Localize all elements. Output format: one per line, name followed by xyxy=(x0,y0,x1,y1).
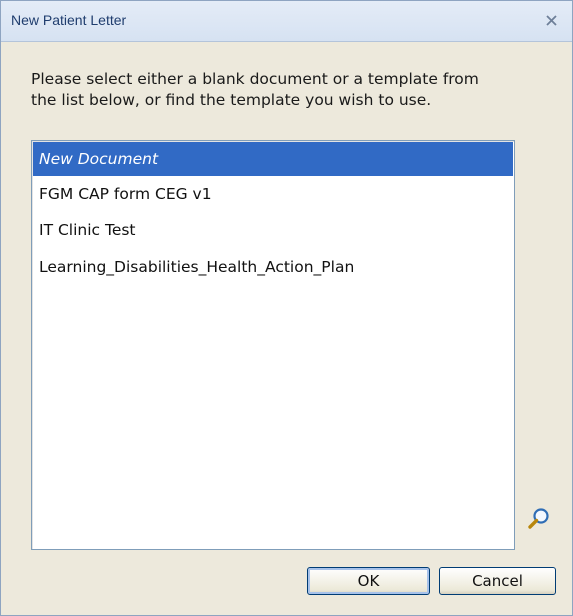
magnifier-icon xyxy=(528,508,549,529)
find-template-button[interactable] xyxy=(526,506,552,532)
dialog-title: New Patient Letter xyxy=(11,12,127,28)
new-patient-letter-dialog: New Patient Letter Please select either … xyxy=(0,0,573,616)
list-item-fgm-cap-form[interactable]: FGM CAP form CEG v1 xyxy=(33,177,513,211)
list-item-it-clinic-test[interactable]: IT Clinic Test xyxy=(33,213,513,247)
instructions-line-1: Please select either a blank document or… xyxy=(31,70,479,88)
instructions-line-2: the list below, or find the template you… xyxy=(31,91,432,109)
list-item-learning-disabilities-plan[interactable]: Learning_Disabilities_Health_Action_Plan xyxy=(33,250,513,284)
close-icon xyxy=(546,15,557,26)
title-bar[interactable]: New Patient Letter xyxy=(1,1,572,42)
list-item-new-document[interactable]: New Document xyxy=(33,142,513,176)
cancel-button[interactable]: Cancel xyxy=(439,567,556,595)
close-button[interactable] xyxy=(541,9,563,31)
ok-button[interactable]: OK xyxy=(307,567,430,595)
instructions-text: Please select either a blank document or… xyxy=(31,69,556,111)
template-list[interactable]: New Document FGM CAP form CEG v1 IT Clin… xyxy=(31,140,515,550)
